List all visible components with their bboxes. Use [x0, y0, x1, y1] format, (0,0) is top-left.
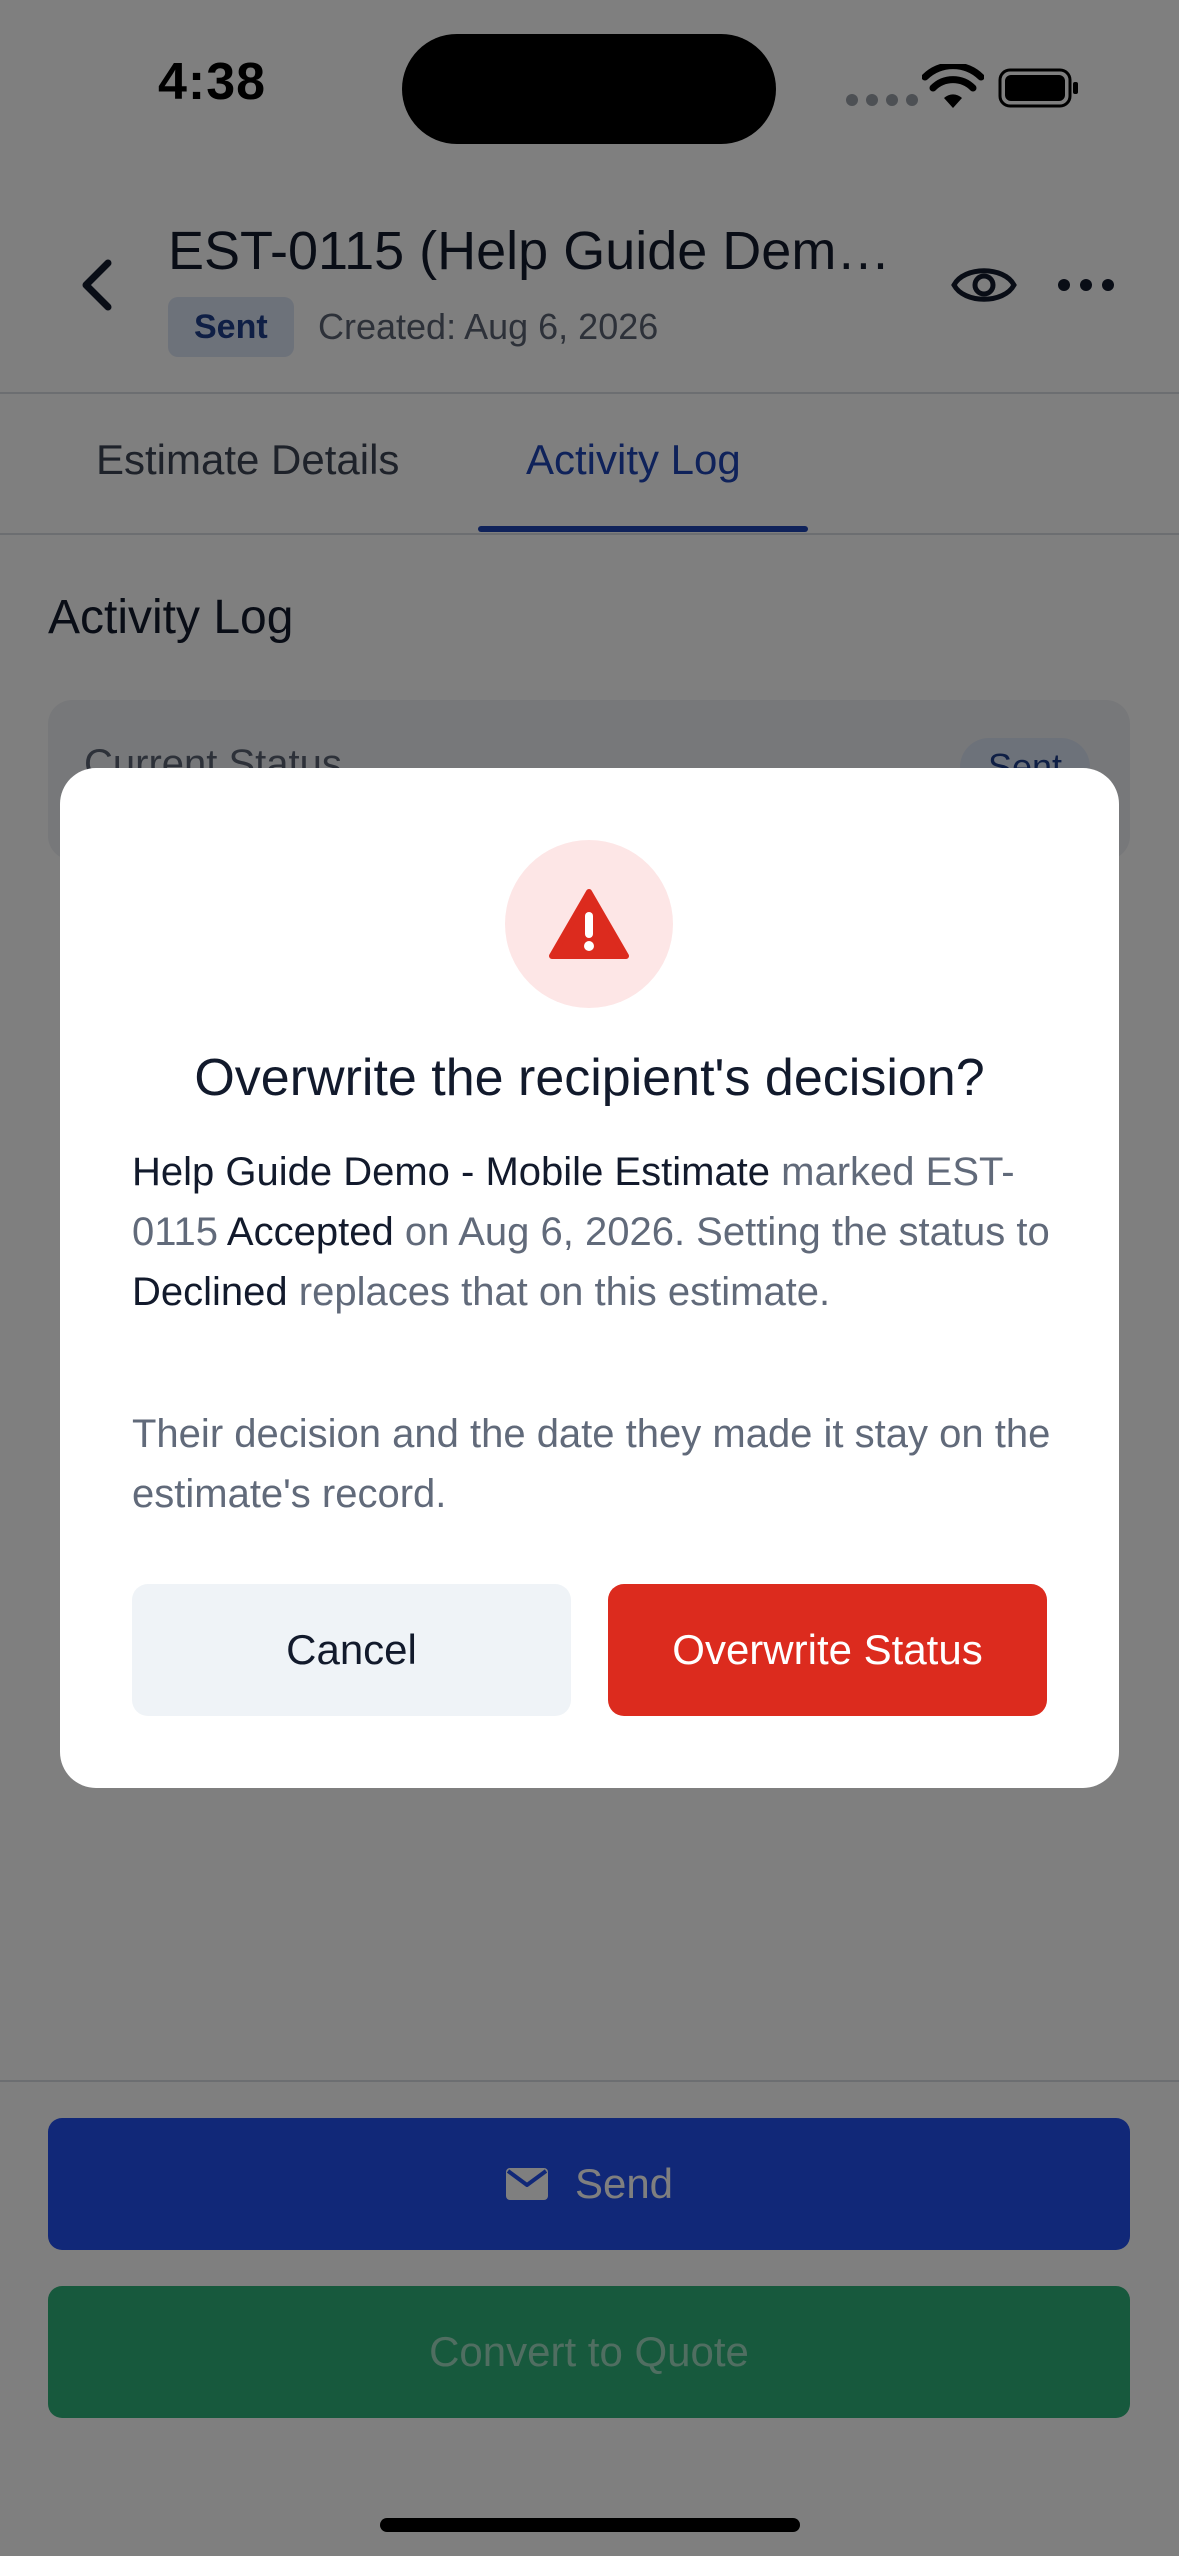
dialog-note: Their decision and the date they made it… — [132, 1412, 1051, 1516]
overwrite-status-button[interactable]: Overwrite Status — [608, 1584, 1047, 1716]
dialog-message: Help Guide Demo - Mobile Estimate marked… — [132, 1150, 1050, 1314]
dialog-title: Overwrite the recipient's decision? — [194, 1049, 985, 1107]
accepted-status: Accepted — [226, 1210, 394, 1254]
declined-status: Declined — [132, 1270, 288, 1314]
warning-icon-badge — [505, 840, 673, 1008]
cancel-button[interactable]: Cancel — [132, 1584, 571, 1716]
warning-icon — [549, 889, 629, 959]
recipient-name: Help Guide Demo - Mobile Estimate — [132, 1150, 771, 1194]
